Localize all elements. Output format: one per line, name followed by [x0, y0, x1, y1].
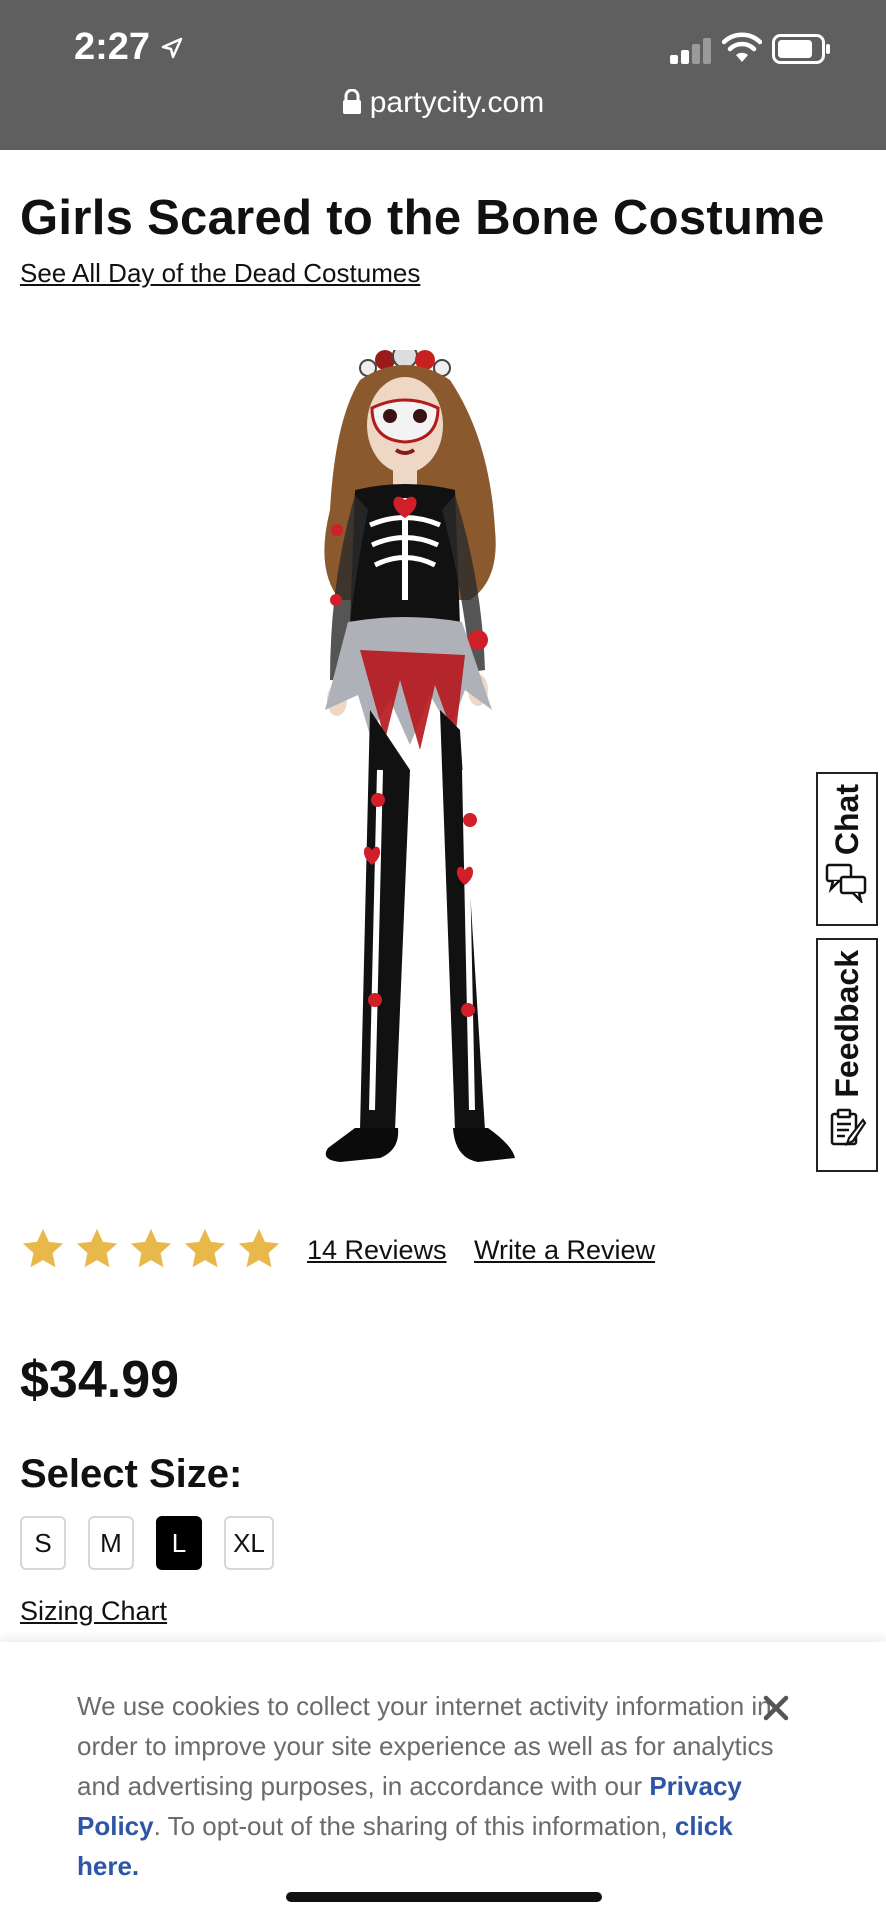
url-text: partycity.com [369, 86, 545, 119]
feedback-clipboard-icon [830, 1108, 867, 1146]
size-option-s[interactable]: S [20, 1516, 66, 1570]
rating-stars [20, 1224, 282, 1274]
chat-tab-label: Chat [828, 784, 865, 856]
status-time: 2:27 [74, 26, 151, 68]
cookie-message: We use cookies to collect your internet … [77, 1686, 797, 1886]
size-option-xl[interactable]: XL [224, 1516, 274, 1570]
browser-top-bar: 2:27 partycity.com [0, 0, 886, 150]
feedback-tab[interactable]: Feedback [816, 938, 878, 1172]
wifi-icon [722, 32, 762, 62]
feedback-tab-label: Feedback [828, 950, 865, 1098]
close-icon[interactable] [762, 1694, 790, 1722]
home-indicator [286, 1892, 602, 1902]
sizing-chart-link[interactable]: Sizing Chart [20, 1596, 167, 1627]
star-icon [22, 1228, 64, 1268]
star-icon [238, 1228, 280, 1268]
star-icon [76, 1228, 118, 1268]
location-arrow-icon [161, 37, 183, 59]
battery-icon [772, 34, 830, 64]
product-image[interactable] [260, 350, 620, 1210]
see-all-link[interactable]: See All Day of the Dead Costumes [20, 258, 420, 289]
select-size-label: Select Size: [20, 1452, 243, 1496]
size-option-m[interactable]: M [88, 1516, 134, 1570]
chat-tab[interactable]: Chat [816, 772, 878, 926]
signal-icon [670, 38, 714, 64]
product-title: Girls Scared to the Bone Costume [20, 191, 825, 245]
product-price: $34.99 [20, 1351, 180, 1409]
star-icon [184, 1228, 226, 1268]
cookie-text-middle: . To opt-out of the sharing of this info… [153, 1811, 675, 1841]
address-bar[interactable]: partycity.com [0, 86, 886, 120]
star-icon [130, 1228, 172, 1268]
cookie-banner: We use cookies to collect your internet … [0, 1642, 886, 1920]
size-option-l[interactable]: L [156, 1516, 202, 1570]
size-options: S M L XL [20, 1516, 274, 1570]
reviews-link[interactable]: 14 Reviews [307, 1235, 447, 1266]
chat-bubbles-icon [825, 863, 867, 904]
lock-icon [342, 89, 361, 114]
write-review-link[interactable]: Write a Review [474, 1235, 655, 1266]
